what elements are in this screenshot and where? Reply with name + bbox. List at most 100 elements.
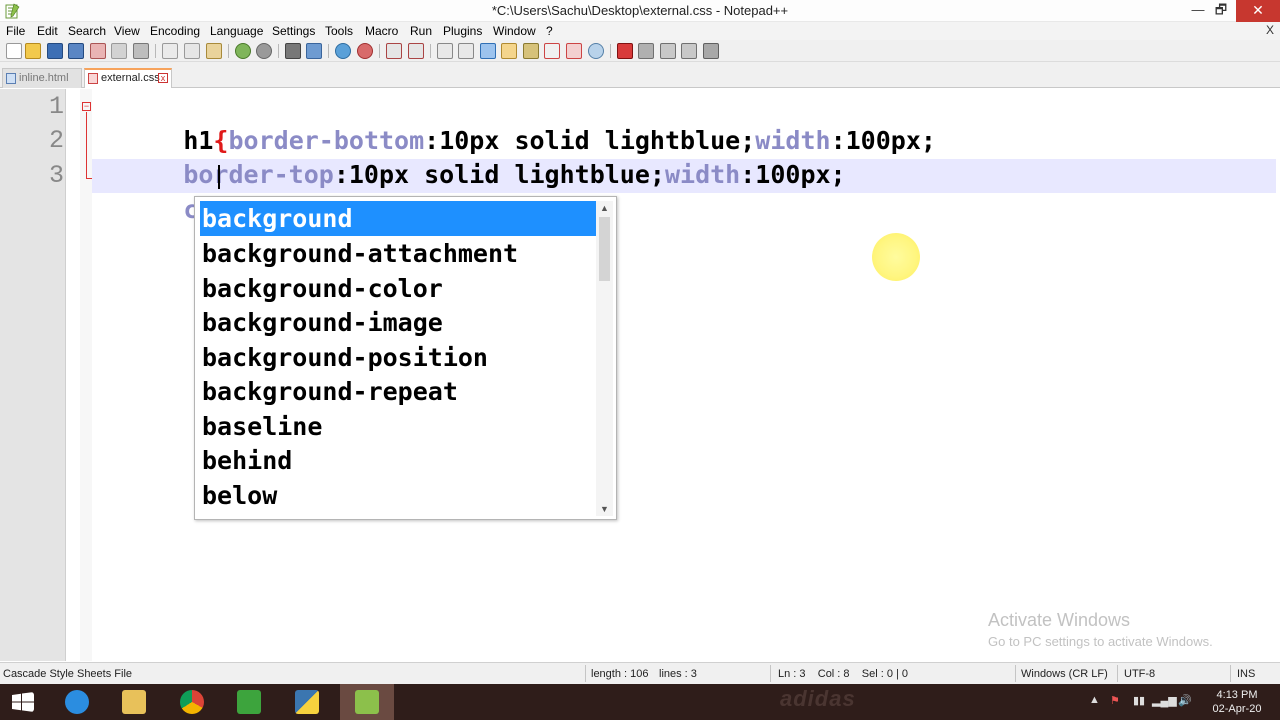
- copy-icon[interactable]: [184, 43, 200, 59]
- open-file-icon[interactable]: [25, 43, 41, 59]
- status-encoding[interactable]: UTF-8: [1124, 668, 1155, 680]
- css-property: width: [664, 160, 741, 189]
- folder-as-workspace-icon[interactable]: [566, 43, 582, 59]
- menu-help[interactable]: ?: [546, 24, 553, 38]
- taskbar-file-explorer[interactable]: [107, 684, 161, 720]
- status-lines: lines : 3: [659, 668, 697, 680]
- redo-icon[interactable]: [256, 43, 272, 59]
- autocomplete-item[interactable]: background-image: [200, 305, 596, 340]
- menu-tools[interactable]: Tools: [325, 24, 353, 38]
- css-value: :100px;: [740, 160, 846, 189]
- scroll-down-icon[interactable]: ▼: [596, 502, 613, 516]
- network-icon[interactable]: ▂▄▆: [1152, 694, 1177, 707]
- menu-edit[interactable]: Edit: [37, 24, 58, 38]
- taskbar-clock[interactable]: 4:13 PM 02-Apr-20: [1200, 688, 1274, 716]
- replace-icon[interactable]: [306, 43, 322, 59]
- status-cursor-position: Ln : 3 Col : 8 Sel : 0 | 0: [778, 668, 909, 680]
- menu-file[interactable]: File: [6, 24, 25, 38]
- status-divider: [585, 665, 586, 682]
- taskbar-chrome[interactable]: [165, 684, 219, 720]
- undo-icon[interactable]: [235, 43, 251, 59]
- scroll-up-icon[interactable]: ▲: [596, 201, 613, 215]
- tab-label: inline.html: [19, 72, 69, 84]
- status-divider: [1117, 665, 1118, 682]
- indent-guide-icon[interactable]: [480, 43, 496, 59]
- print-icon[interactable]: [133, 43, 149, 59]
- record-macro-icon[interactable]: [617, 43, 633, 59]
- menu-language[interactable]: Language: [210, 24, 263, 38]
- line-number-gutter: 1 2 3: [0, 89, 66, 661]
- autocomplete-item[interactable]: background-color: [200, 271, 596, 306]
- close-button[interactable]: ✕: [1236, 0, 1280, 22]
- autocomplete-item[interactable]: below: [200, 478, 596, 513]
- close-all-icon[interactable]: [111, 43, 127, 59]
- save-all-icon[interactable]: [68, 43, 84, 59]
- close-document-button[interactable]: X: [1266, 23, 1274, 37]
- taskbar-python[interactable]: [280, 684, 334, 720]
- editor-area[interactable]: 1 2 3 − h1{border-bottom:10px solid ligh…: [0, 89, 1280, 661]
- save-icon[interactable]: [47, 43, 63, 59]
- status-divider: [1015, 665, 1016, 682]
- sync-horizontal-icon[interactable]: [408, 43, 424, 59]
- taskbar-notepadpp[interactable]: [340, 684, 394, 720]
- zoom-out-icon[interactable]: [357, 43, 373, 59]
- battery-icon[interactable]: ▮▮: [1133, 694, 1145, 707]
- title-bar: *C:\Users\Sachu\Desktop\external.css - N…: [0, 0, 1280, 22]
- fold-collapse-icon[interactable]: −: [82, 102, 91, 111]
- css-value: :100px;: [830, 126, 936, 155]
- toolbar-separator: [379, 44, 380, 58]
- menu-plugins[interactable]: Plugins: [443, 24, 482, 38]
- tab-external-css[interactable]: external.css x: [84, 68, 172, 88]
- notepadpp-window: *C:\Users\Sachu\Desktop\external.css - N…: [0, 0, 1280, 720]
- monitoring-icon[interactable]: [588, 43, 604, 59]
- windows-logo-icon: [12, 692, 34, 712]
- new-file-icon[interactable]: [6, 43, 22, 59]
- autocomplete-item[interactable]: baseline: [200, 409, 596, 444]
- close-file-icon[interactable]: [90, 43, 106, 59]
- maximize-button[interactable]: 🗗: [1208, 0, 1234, 22]
- cut-icon[interactable]: [162, 43, 178, 59]
- save-macro-icon[interactable]: [703, 43, 719, 59]
- tab-inline-html[interactable]: inline.html: [2, 68, 82, 88]
- play-macro-icon[interactable]: [660, 43, 676, 59]
- start-button[interactable]: [0, 684, 54, 720]
- menu-view[interactable]: View: [114, 24, 140, 38]
- taskbar-app[interactable]: [222, 684, 276, 720]
- tray-overflow-icon[interactable]: ▲: [1089, 694, 1100, 706]
- menu-settings[interactable]: Settings: [272, 24, 315, 38]
- autocomplete-item[interactable]: background: [200, 201, 596, 236]
- run-macro-multiple-icon[interactable]: [681, 43, 697, 59]
- paste-icon[interactable]: [206, 43, 222, 59]
- menu-window[interactable]: Window: [493, 24, 536, 38]
- autocomplete-item[interactable]: background-position: [200, 340, 596, 375]
- sync-vertical-icon[interactable]: [386, 43, 402, 59]
- autocomplete-item[interactable]: background-attachment: [200, 236, 596, 271]
- define-language-icon[interactable]: [501, 43, 517, 59]
- menu-macro[interactable]: Macro: [365, 24, 398, 38]
- autocomplete-scrollbar[interactable]: ▲ ▼: [596, 201, 613, 516]
- tab-label: external.css: [101, 72, 160, 84]
- document-map-icon[interactable]: [523, 43, 539, 59]
- show-all-characters-icon[interactable]: [458, 43, 474, 59]
- taskbar-internet-explorer[interactable]: [50, 684, 104, 720]
- toolbar-separator: [228, 44, 229, 58]
- menu-encoding[interactable]: Encoding: [150, 24, 200, 38]
- status-divider: [770, 665, 771, 682]
- volume-icon[interactable]: 🔊: [1178, 694, 1192, 707]
- tab-close-icon[interactable]: x: [158, 73, 168, 83]
- menu-run[interactable]: Run: [410, 24, 432, 38]
- status-file-type: Cascade Style Sheets File: [3, 668, 133, 680]
- action-center-icon[interactable]: ⚑: [1110, 694, 1120, 707]
- autocomplete-item[interactable]: background-repeat: [200, 374, 596, 409]
- function-list-icon[interactable]: [544, 43, 560, 59]
- menu-search[interactable]: Search: [68, 24, 106, 38]
- zoom-in-icon[interactable]: [335, 43, 351, 59]
- word-wrap-icon[interactable]: [437, 43, 453, 59]
- autocomplete-item[interactable]: behind: [200, 443, 596, 478]
- stop-macro-icon[interactable]: [638, 43, 654, 59]
- activate-windows-watermark: Activate Windows Go to PC settings to ac…: [988, 610, 1213, 649]
- autocomplete-list[interactable]: background background-attachment backgro…: [194, 196, 617, 520]
- scrollbar-thumb[interactable]: [599, 217, 610, 281]
- find-icon[interactable]: [285, 43, 301, 59]
- status-eol[interactable]: Windows (CR LF): [1021, 668, 1108, 680]
